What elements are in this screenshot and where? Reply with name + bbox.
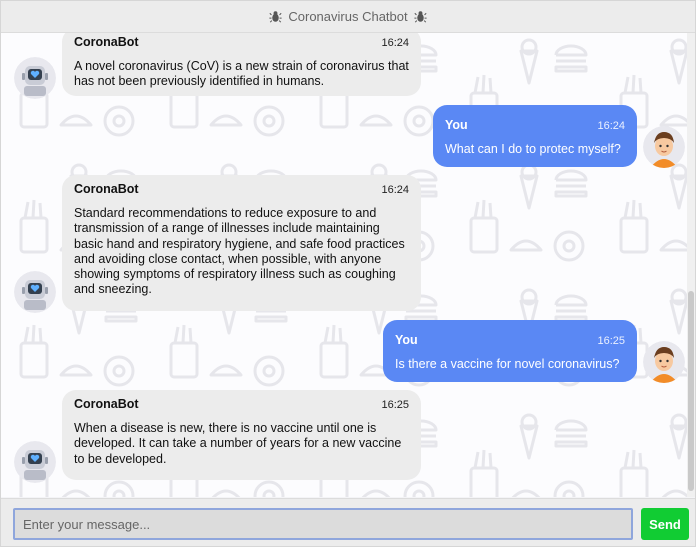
message-input[interactable] xyxy=(13,508,633,540)
send-button[interactable]: Send xyxy=(641,508,689,540)
composer: Send xyxy=(1,498,695,546)
bot-message: CoronaBot 16:24 Standard recommendations… xyxy=(62,175,421,311)
bot-message: CoronaBot 16:25 When a disease is new, t… xyxy=(62,390,421,480)
user-avatar-icon xyxy=(643,126,685,168)
bot-avatar-icon xyxy=(14,441,56,483)
message-sender: CoronaBot xyxy=(74,35,139,49)
message-time: 16:25 xyxy=(381,399,409,411)
message-sender: CoronaBot xyxy=(74,182,139,196)
message-time: 16:24 xyxy=(381,37,409,49)
message-sender: CoronaBot xyxy=(74,397,139,411)
scrollbar-thumb[interactable] xyxy=(688,291,694,491)
user-message: You 16:25 Is there a vaccine for novel c… xyxy=(383,320,637,382)
message-text: Standard recommendations to reduce expos… xyxy=(74,206,405,297)
message-time: 16:25 xyxy=(597,335,625,347)
user-message: You 16:24 What can I do to protec myself… xyxy=(433,105,637,167)
chat-header: Coronavirus Chatbot xyxy=(1,1,695,33)
message-text: Is there a vaccine for novel coronavirus… xyxy=(395,357,620,372)
bot-message: CoronaBot 16:24 A novel coronavirus (CoV… xyxy=(62,33,421,96)
message-list[interactable]: CoronaBot 16:24 A novel coronavirus (CoV… xyxy=(1,33,695,497)
message-sender: You xyxy=(395,333,418,347)
chat-title: Coronavirus Chatbot xyxy=(288,9,408,24)
bot-avatar-icon xyxy=(14,57,56,99)
bug-icon xyxy=(269,11,282,23)
message-text: When a disease is new, there is no vacci… xyxy=(74,421,402,466)
message-text: A novel coronavirus (CoV) is a new strai… xyxy=(74,59,409,89)
user-avatar-icon xyxy=(643,341,685,383)
message-sender: You xyxy=(445,118,468,132)
bug-icon xyxy=(414,11,427,23)
bot-avatar-icon xyxy=(14,271,56,313)
chat-window: Coronavirus Chatbot CoronaBot 16:24 A no… xyxy=(0,0,696,547)
message-time: 16:24 xyxy=(597,120,625,132)
message-text: What can I do to protec myself? xyxy=(445,142,621,157)
message-time: 16:24 xyxy=(381,184,409,196)
